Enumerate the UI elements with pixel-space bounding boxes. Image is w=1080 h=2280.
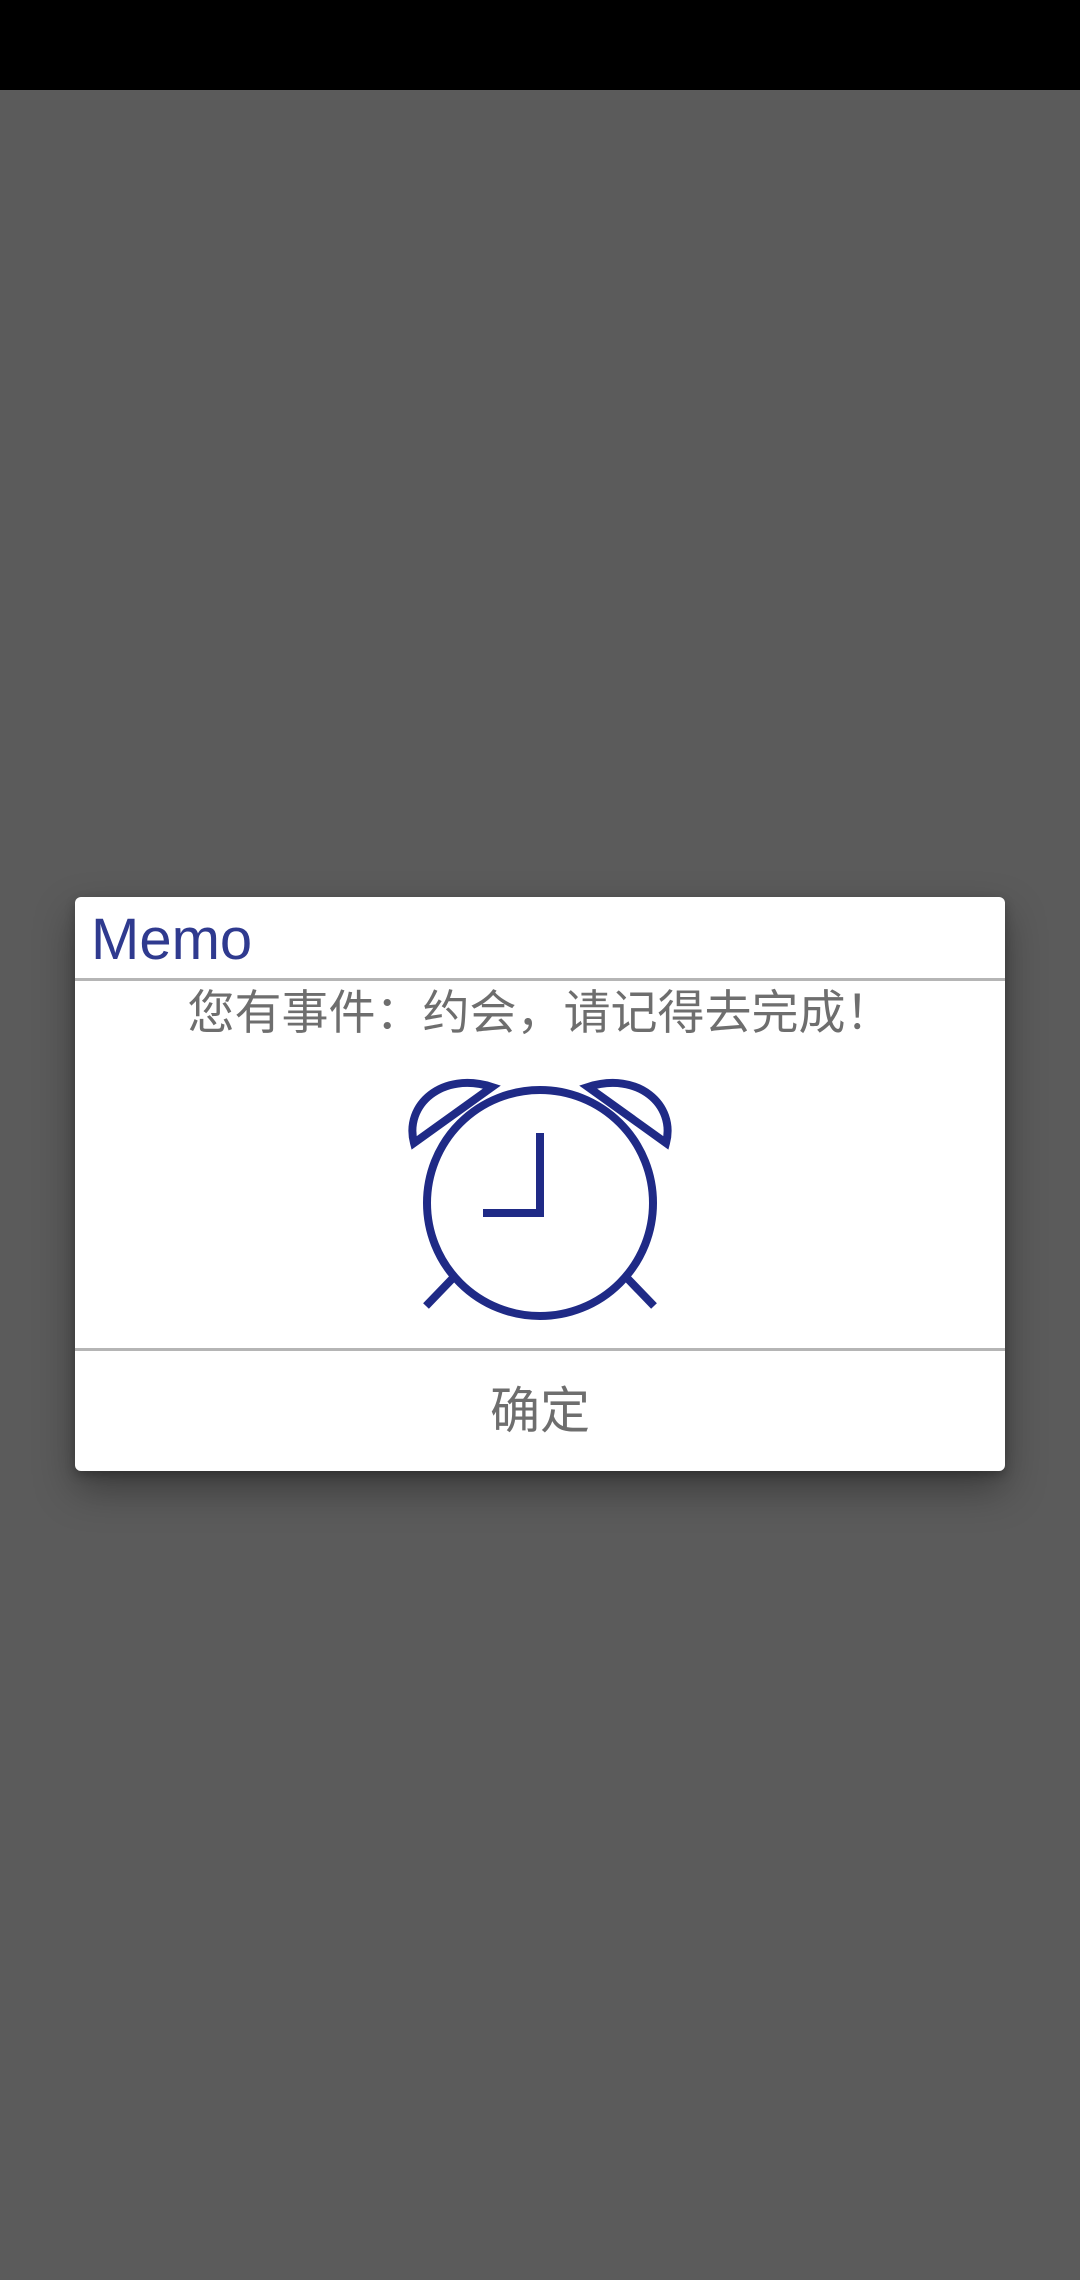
dialog-message: 您有事件：约会，请记得去完成！ [187,986,893,1041]
memo-dialog: Memo 您有事件：约会，请记得去完成！ 确定 [75,897,1005,1471]
confirm-button[interactable]: 确定 [75,1351,1005,1471]
alarm-clock-icon [404,1065,676,1327]
status-bar [0,0,1080,90]
title-divider [75,978,1005,981]
dialog-title: Memo [91,907,253,972]
